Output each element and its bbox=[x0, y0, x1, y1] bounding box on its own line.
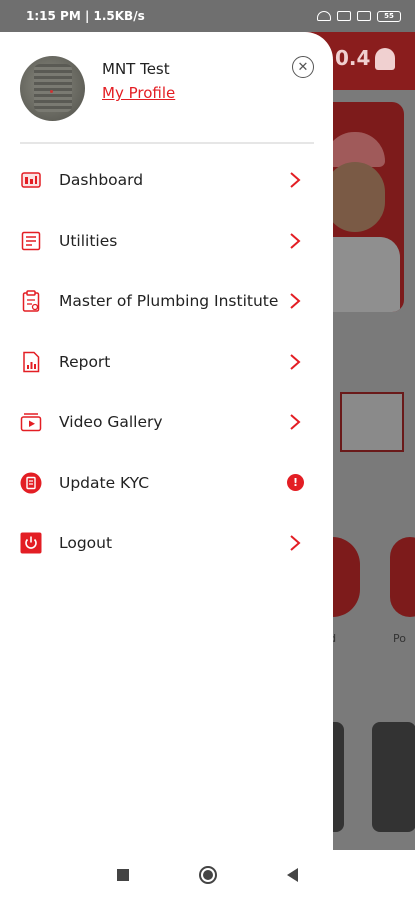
menu-item-label: Update KYC bbox=[59, 473, 150, 492]
chevron-right-icon bbox=[290, 353, 301, 370]
chevron-right-icon bbox=[290, 293, 301, 310]
clipboard-icon bbox=[20, 290, 42, 312]
signal-icon bbox=[357, 11, 371, 21]
alert-icon: ! bbox=[287, 474, 304, 492]
wifi-icon bbox=[317, 11, 331, 21]
menu-item-master-of-plumbing-institute[interactable]: Master of Plumbing Institute bbox=[0, 271, 333, 332]
menu-item-label: Logout bbox=[59, 534, 113, 553]
divider bbox=[20, 142, 314, 144]
navigation-drawer: MNT Test My Profile ✕ Dashboard Utilitie… bbox=[0, 32, 333, 850]
logout-icon bbox=[20, 532, 42, 554]
banner-face bbox=[325, 162, 385, 232]
background-thumbnail bbox=[372, 722, 415, 832]
drawer-menu: Dashboard Utilities Master of Plumbing I… bbox=[0, 150, 333, 574]
chevron-right-icon bbox=[290, 535, 301, 552]
menu-item-label: Master of Plumbing Institute bbox=[59, 292, 279, 311]
chevron-right-icon bbox=[290, 232, 301, 249]
system-navigation-bar bbox=[0, 850, 415, 900]
home-button[interactable] bbox=[199, 866, 217, 884]
chevron-right-icon bbox=[290, 172, 301, 189]
video-gallery-icon bbox=[20, 411, 42, 433]
sim-icon bbox=[337, 11, 351, 21]
report-icon bbox=[20, 351, 42, 373]
utilities-icon bbox=[20, 230, 42, 252]
background-version: 0.4 bbox=[335, 46, 371, 70]
chevron-right-icon bbox=[290, 414, 301, 431]
status-icons: 55 bbox=[317, 10, 401, 22]
recents-button[interactable] bbox=[117, 869, 129, 881]
menu-item-label: Report bbox=[59, 352, 111, 371]
menu-item-dashboard[interactable]: Dashboard bbox=[0, 150, 333, 211]
user-name: MNT Test bbox=[102, 60, 170, 78]
status-time: 1:15 PM | 1.5KB/s bbox=[26, 9, 145, 23]
back-button[interactable] bbox=[287, 868, 298, 882]
avatar[interactable] bbox=[20, 56, 85, 121]
status-bar: 1:15 PM | 1.5KB/s 55 bbox=[0, 0, 415, 32]
my-profile-link[interactable]: My Profile bbox=[102, 84, 175, 102]
menu-item-label: Dashboard bbox=[59, 171, 144, 190]
menu-item-logout[interactable]: Logout bbox=[0, 513, 333, 574]
menu-item-update-kyc[interactable]: Update KYC ! bbox=[0, 453, 333, 514]
background-label: Po bbox=[393, 632, 406, 645]
battery-icon: 55 bbox=[377, 10, 401, 22]
menu-item-utilities[interactable]: Utilities bbox=[0, 211, 333, 272]
close-drawer-button[interactable]: ✕ bbox=[292, 56, 314, 78]
menu-item-label: Utilities bbox=[59, 231, 118, 250]
dashboard-icon bbox=[20, 169, 42, 191]
menu-item-label: Video Gallery bbox=[59, 413, 163, 432]
background-circle-button bbox=[390, 537, 415, 617]
bell-icon bbox=[375, 48, 395, 70]
menu-item-report[interactable]: Report bbox=[0, 332, 333, 393]
close-icon: ✕ bbox=[297, 59, 309, 75]
kyc-icon bbox=[20, 472, 42, 494]
menu-item-video-gallery[interactable]: Video Gallery bbox=[0, 392, 333, 453]
profile-header: MNT Test My Profile ✕ bbox=[20, 56, 320, 126]
background-card bbox=[340, 392, 404, 452]
